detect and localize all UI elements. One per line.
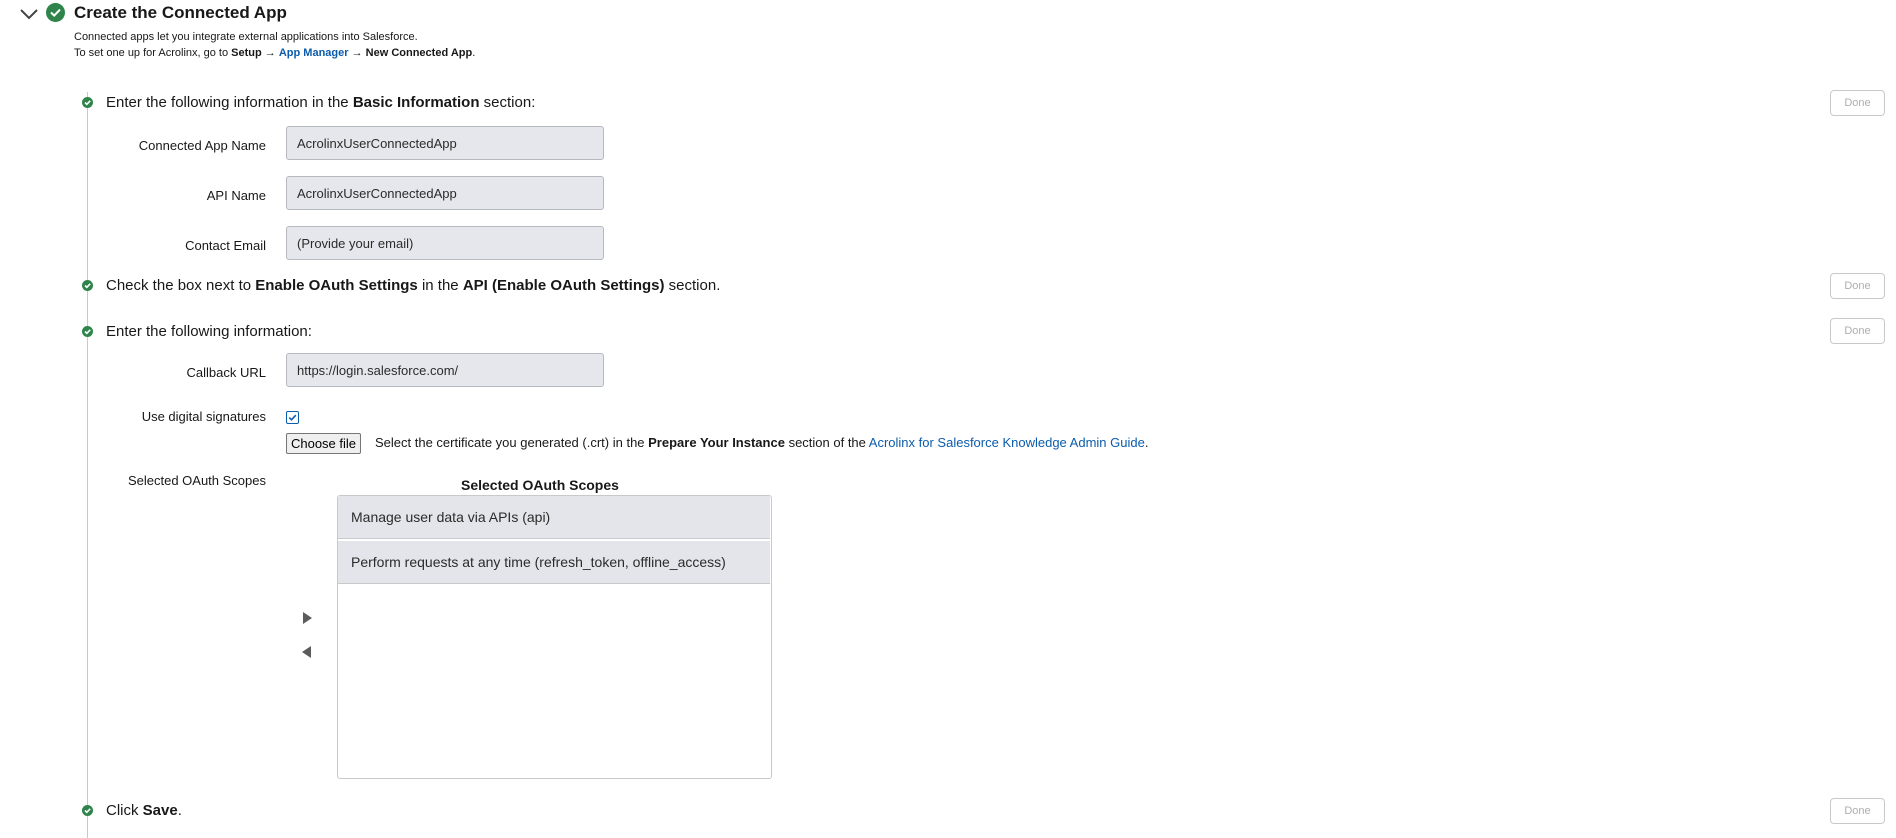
app-manager-link[interactable]: App Manager [279,47,349,59]
digital-signatures-checkbox[interactable] [286,411,299,424]
step-check-icon [82,280,93,291]
steps-timeline [87,92,88,838]
step-basic-info: Enter the following information in the B… [106,94,536,111]
step-check-icon [82,805,93,816]
choose-file-button[interactable]: Choose file [286,433,361,454]
step-enable-oauth: Check the box next to Enable OAuth Setti… [106,277,721,294]
certificate-instructions: Select the certificate you generated (.c… [375,435,1149,450]
scope-option[interactable]: Perform requests at any time (refresh_to… [338,541,770,584]
section-title: Create the Connected App [74,3,287,22]
step-click-save: Click Save. [106,802,182,819]
step-check-icon [82,97,93,108]
add-scope-arrow-icon[interactable] [300,610,314,626]
api-name-label: API Name [206,188,266,203]
remove-scope-arrow-icon[interactable] [300,644,314,660]
contact-email-label: Contact Email [185,238,266,253]
callback-url-label: Callback URL [186,365,266,380]
section-description: Connected apps let you integrate externa… [74,31,418,43]
done-button[interactable]: Done [1830,798,1885,824]
success-check-icon [46,3,65,22]
section-instructions: To set one up for Acrolinx, go to Setup … [74,47,476,59]
done-button[interactable]: Done [1830,273,1885,299]
admin-guide-link[interactable]: Acrolinx for Salesforce Knowledge Admin … [869,435,1145,450]
step-check-icon [82,326,93,337]
oauth-scopes-label: Selected OAuth Scopes [127,473,266,488]
scopes-list-header: Selected OAuth Scopes [461,477,619,493]
api-name-field[interactable]: AcrolinxUserConnectedApp [286,176,604,210]
chevron-down-icon[interactable] [18,4,40,24]
step-oauth-info: Enter the following information: [106,323,312,340]
done-button[interactable]: Done [1830,90,1885,116]
digital-signatures-label: Use digital signatures [141,409,266,424]
scope-option[interactable]: Manage user data via APIs (api) [338,496,770,539]
callback-url-field[interactable]: https://login.salesforce.com/ [286,353,604,387]
done-button[interactable]: Done [1830,318,1885,344]
connected-app-name-field[interactable]: AcrolinxUserConnectedApp [286,126,604,160]
contact-email-field[interactable]: (Provide your email) [286,226,604,260]
connected-app-name-label: Connected App Name [138,138,266,153]
